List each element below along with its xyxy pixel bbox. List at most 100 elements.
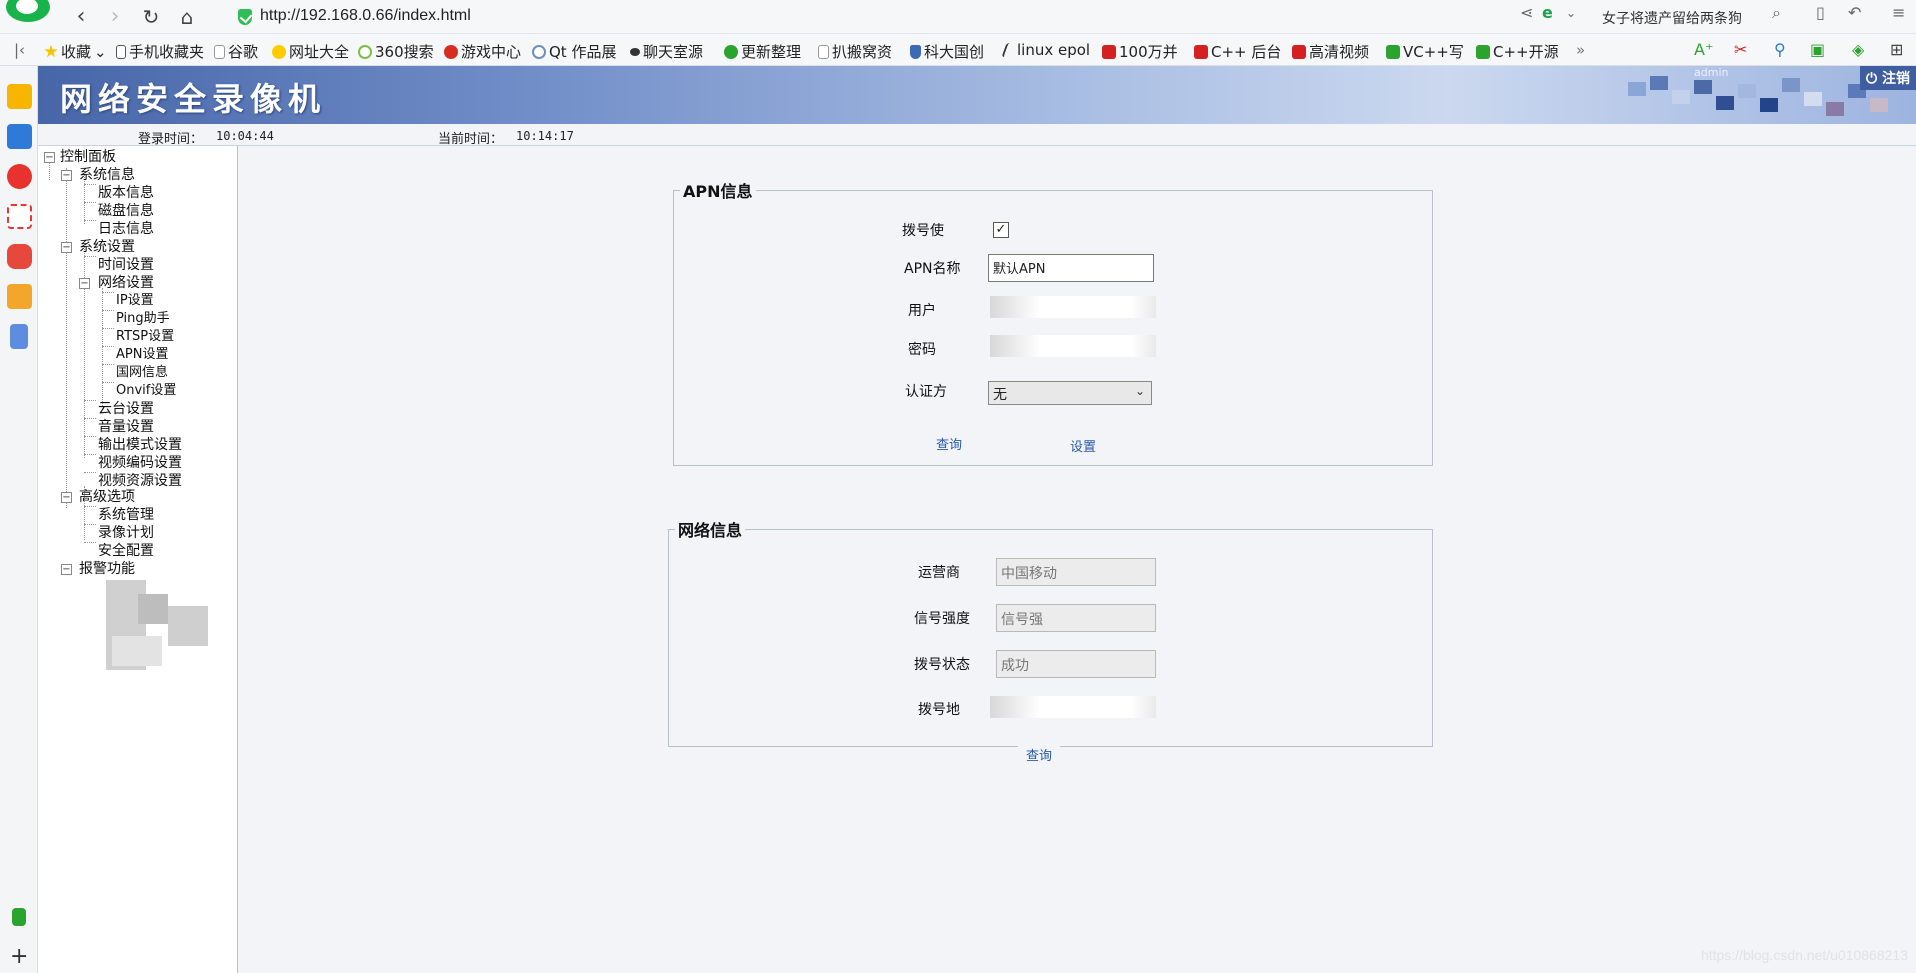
logout-button[interactable]: ⏻ 注销 [1860, 66, 1916, 90]
bookmark-item[interactable]: 高清视频 [1292, 41, 1369, 62]
apn-user-input-redacted[interactable] [990, 296, 1156, 318]
search-icon[interactable]: ⌕ [1772, 3, 1781, 23]
apn-name-input[interactable]: 默认APN [988, 254, 1154, 282]
mail-icon[interactable] [7, 204, 32, 229]
current-time-label: 当前时间： [438, 132, 504, 147]
tree-network-settings[interactable]: 网络设置 [98, 274, 154, 292]
game-icon[interactable]: ▣ [1810, 40, 1825, 59]
magnifier-icon[interactable]: ⚲ [1774, 40, 1786, 59]
tree-sys-info[interactable]: 系统信息 [79, 166, 135, 184]
shield-ext-icon[interactable]: ◈ [1852, 40, 1864, 59]
add-icon[interactable]: + [10, 944, 28, 969]
book-icon[interactable] [7, 284, 32, 309]
tree-time-settings[interactable]: 时间设置 [98, 256, 154, 274]
tree-security-config[interactable]: 安全配置 [98, 542, 154, 560]
forward-icon[interactable]: › [102, 4, 128, 30]
tree-sys-settings[interactable]: 系统设置 [79, 238, 135, 256]
login-time-label: 登录时间： [138, 132, 204, 147]
carrier-field[interactable]: 中国移动 [996, 558, 1156, 586]
translate-icon[interactable]: A⁺ [1694, 40, 1713, 59]
apn-auth-select[interactable]: 无 ⌄ [988, 381, 1152, 405]
chevron-down-icon: ⌄ [1134, 384, 1145, 398]
app-frame: 网络安全录像机 admin ⏻ 注销 登录时间： 10:04:44 当前时间： … [38, 66, 1916, 973]
expand-toggle-icon[interactable]: − [61, 242, 72, 253]
ie-mode-icon[interactable]: e [1542, 3, 1553, 23]
document-icon[interactable] [10, 324, 28, 349]
back-icon[interactable]: ‹ [68, 4, 94, 30]
tree-onvif-settings[interactable]: Onvif设置 [116, 382, 176, 400]
expand-toggle-icon[interactable]: − [61, 170, 72, 181]
network-query-button[interactable]: 查询 [1018, 743, 1061, 766]
apn-query-button[interactable]: 查询 [928, 432, 971, 455]
apn-enable-label: 拨号使 [902, 223, 944, 239]
news-icon[interactable] [7, 124, 32, 149]
chevron-down-icon[interactable]: ⌄ [1566, 3, 1576, 23]
bookmark-item[interactable]: 游戏中心 [444, 41, 521, 62]
app-title: 网络安全录像机 [60, 80, 327, 118]
address-bar[interactable]: http://192.168.0.66/index.html [230, 4, 1490, 30]
apn-password-input-redacted[interactable] [990, 335, 1156, 357]
expand-toggle-icon[interactable]: − [61, 492, 72, 503]
tree-output-mode[interactable]: 输出模式设置 [98, 436, 182, 454]
bookmark-item[interactable]: C++开源 [1476, 41, 1559, 62]
bookmark-item[interactable]: 聊天室源 [630, 41, 703, 62]
bookmark-item[interactable]: 扒搬窝资 [818, 41, 892, 62]
apn-enable-checkbox[interactable]: ✓ [993, 222, 1009, 238]
apn-name-label: APN名称 [904, 261, 961, 277]
tree-volume-settings[interactable]: 音量设置 [98, 418, 154, 436]
dial-address-field-redacted[interactable] [990, 696, 1156, 718]
bookmark-item[interactable]: 更新整理 [724, 41, 801, 62]
tree-ping-helper[interactable]: Ping助手 [116, 310, 170, 328]
bookmark-item[interactable]: linux epol [1001, 41, 1090, 59]
tree-version-info[interactable]: 版本信息 [98, 184, 154, 202]
time-bar: 登录时间： 10:04:44 当前时间： 10:14:17 [38, 124, 1916, 147]
bookmark-item[interactable]: C++ 后台 [1194, 41, 1281, 62]
bookmark-item[interactable]: 收藏 ⌄ [44, 41, 107, 62]
collapse-bookmarks-icon[interactable]: |‹ [14, 41, 25, 59]
tree-apn-settings[interactable]: APN设置 [116, 346, 168, 364]
tree-grid-info[interactable]: 国网信息 [116, 364, 168, 382]
tree-alarm[interactable]: 报警功能 [79, 560, 135, 578]
game-robot-icon[interactable] [7, 244, 32, 269]
tree-log-info[interactable]: 日志信息 [98, 220, 154, 238]
more-bookmarks-icon[interactable]: » [1576, 41, 1585, 59]
home-icon[interactable]: ⌂ [174, 4, 200, 30]
scissors-icon[interactable]: ✂ [1734, 40, 1747, 59]
share-icon[interactable]: ⋖ [1520, 3, 1533, 23]
tree-ptz-settings[interactable]: 云台设置 [98, 400, 154, 418]
apn-auth-selected: 无 [993, 387, 1007, 403]
signal-field[interactable]: 信号强 [996, 604, 1156, 632]
expand-toggle-icon[interactable]: − [79, 278, 90, 289]
tree-disk-info[interactable]: 磁盘信息 [98, 202, 154, 220]
bookmark-item[interactable]: Qt 作品展 [532, 41, 616, 62]
tree-record-plan[interactable]: 录像计划 [98, 524, 154, 542]
bookmark-item[interactable]: 360搜索 [358, 41, 434, 62]
dial-status-field[interactable]: 成功 [996, 650, 1156, 678]
tree-sys-management[interactable]: 系统管理 [98, 506, 154, 524]
menu-icon[interactable]: ≡ [1892, 3, 1905, 23]
tree-ip-settings[interactable]: IP设置 [116, 292, 154, 310]
bookmark-item[interactable]: 网址大全 [272, 41, 349, 62]
tree-root[interactable]: 控制面板 [60, 148, 116, 166]
dial-status-label: 拨号状态 [914, 657, 970, 673]
bookmark-item[interactable]: 科大国创 [910, 41, 984, 62]
apn-user-label: 用户 [908, 303, 936, 319]
undo-icon[interactable]: ↶ [1848, 3, 1861, 23]
apn-set-button[interactable]: 设置 [1062, 434, 1105, 457]
tree-advanced[interactable]: 高级选项 [79, 488, 135, 506]
bookmark-item[interactable]: VC++写 [1386, 41, 1464, 62]
expand-toggle-icon[interactable]: − [44, 152, 55, 163]
tree-rtsp-settings[interactable]: RTSP设置 [116, 328, 174, 346]
apps-grid-icon[interactable]: ⊞ [1890, 40, 1903, 59]
search-hint-text[interactable]: 女子将遗产留给两条狗 [1602, 8, 1742, 28]
reload-icon[interactable]: ↻ [138, 4, 164, 30]
bookmark-item[interactable]: 谷歌 [214, 41, 258, 62]
expand-toggle-icon[interactable]: − [61, 564, 72, 575]
favorites-icon[interactable] [7, 84, 32, 109]
clipboard-icon[interactable] [12, 908, 26, 926]
tree-video-encoding[interactable]: 视频编码设置 [98, 454, 182, 472]
bookmark-item[interactable]: 手机收藏夹 [116, 41, 204, 62]
mobile-icon[interactable]: ▯ [1816, 3, 1825, 23]
bookmark-item[interactable]: 100万并 [1102, 41, 1178, 62]
weibo-icon[interactable] [7, 164, 32, 189]
